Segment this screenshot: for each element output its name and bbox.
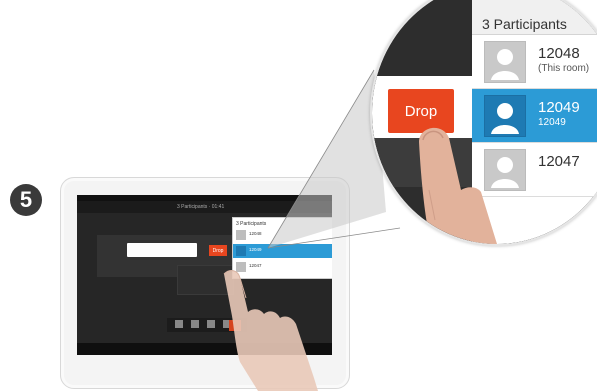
participant-sub: 12049	[538, 117, 566, 128]
zoom-magnifier: Drop 3 Participants 12048 (This room) 12…	[370, 0, 597, 246]
participant-name: 12049	[538, 99, 580, 116]
finger-tap-icon	[419, 127, 497, 244]
participant-row[interactable]: 12048 (This room)	[472, 35, 597, 89]
participant-name: 12048	[538, 45, 580, 62]
avatar-icon	[484, 41, 526, 83]
participant-name: 12047	[538, 153, 580, 170]
participants-title: 3 Participants	[482, 16, 567, 32]
participant-sub: (This room)	[538, 63, 590, 74]
participants-header: 3 Participants	[472, 0, 597, 35]
